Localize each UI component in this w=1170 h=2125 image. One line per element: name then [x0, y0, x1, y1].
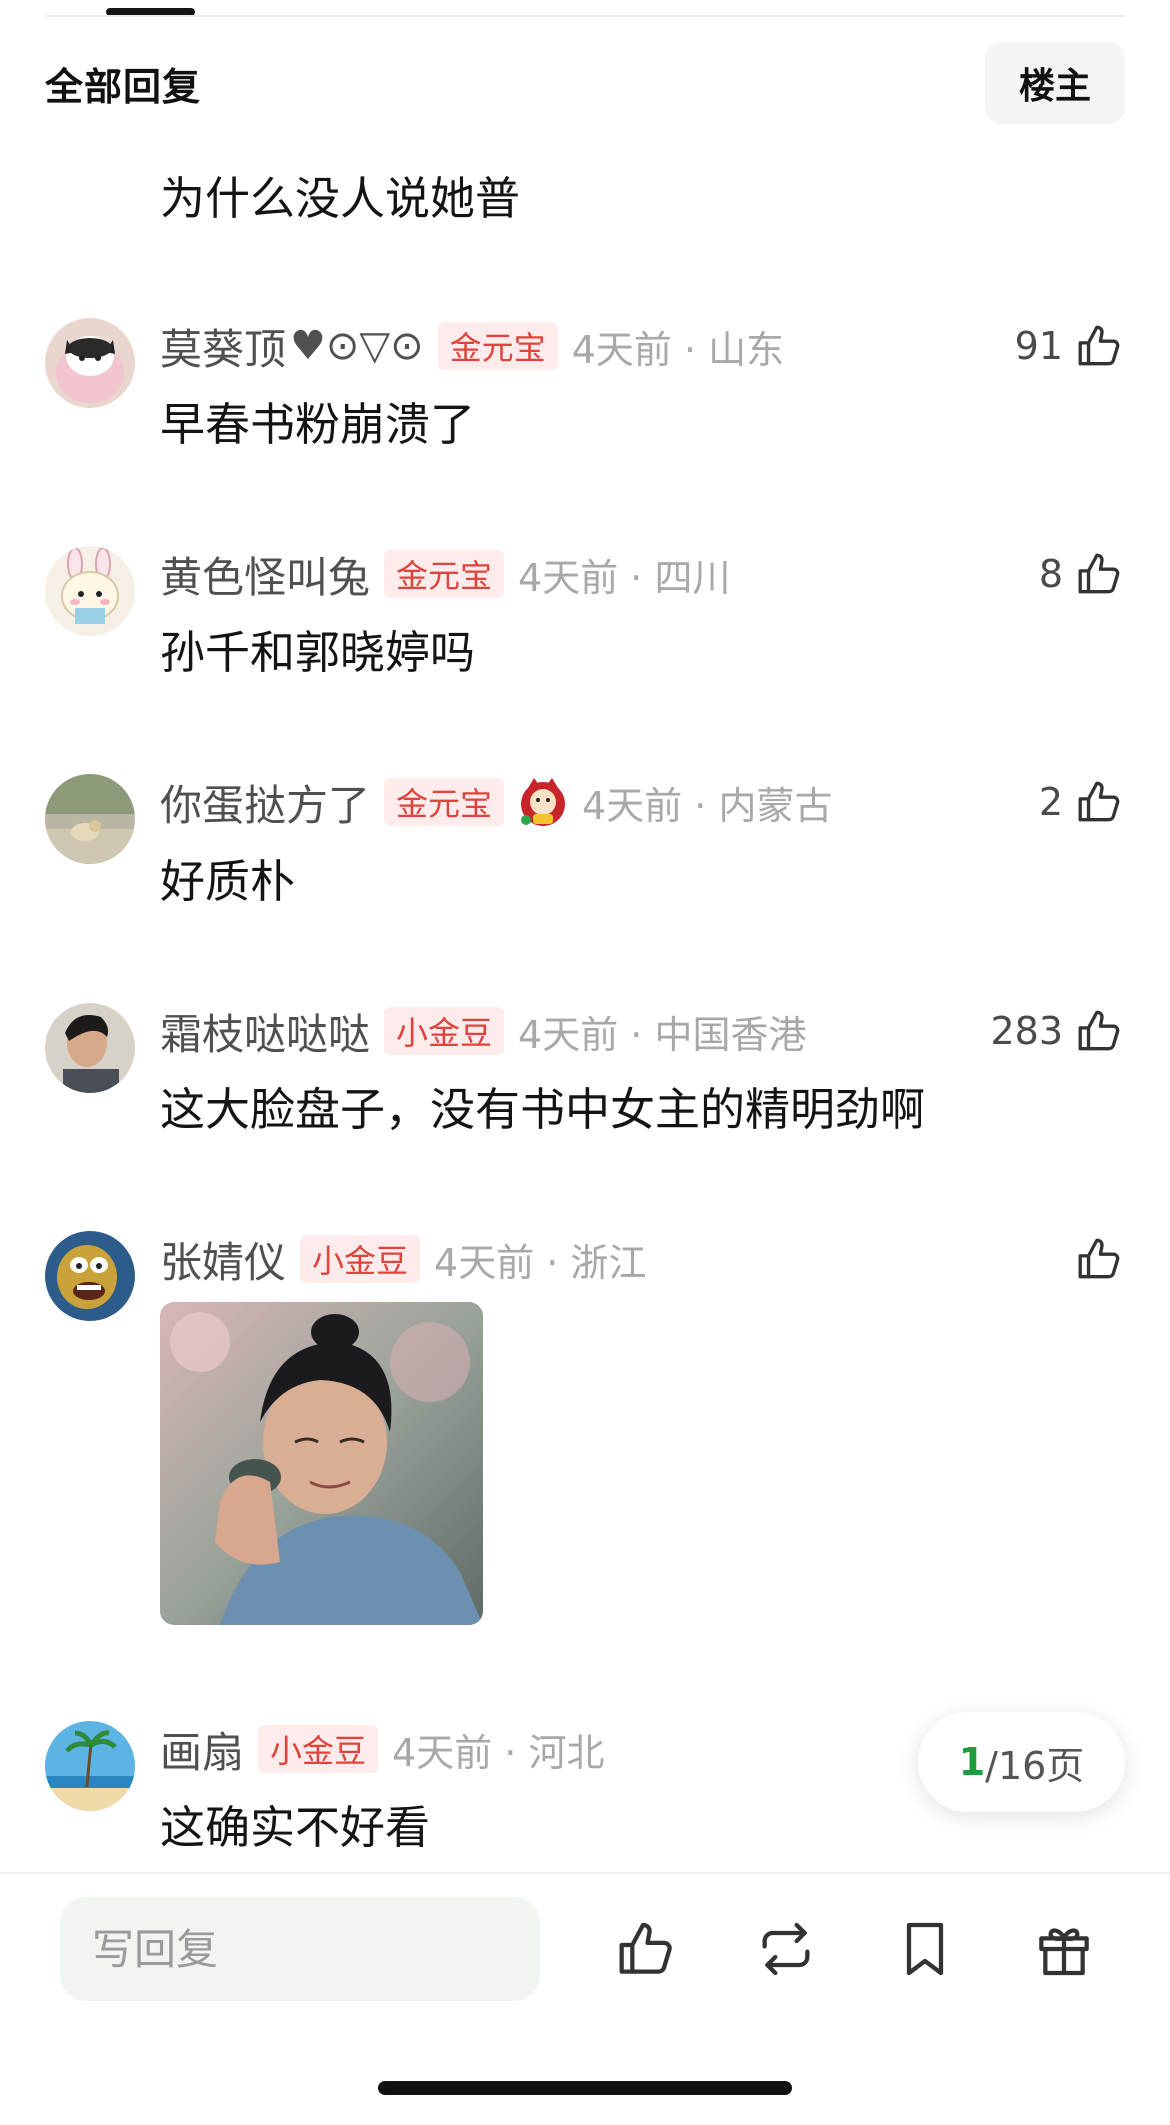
user-name[interactable]: 画扇 — [160, 1719, 244, 1780]
comment-text: 这大脸盘子，没有书中女主的精明劲啊 — [160, 1083, 926, 1136]
like-button[interactable]: 283 — [990, 1003, 1125, 1059]
user-badge: 金元宝 — [384, 778, 505, 826]
page-indicator[interactable]: 1 /16页 — [918, 1712, 1125, 1812]
user-badge: 金元宝 — [437, 322, 558, 370]
user-name-suffix: ♥⊙▽⊙ — [290, 323, 424, 369]
comment-meta: 黄色怪叫兔 金元宝 4天前 · 四川 — [160, 546, 730, 602]
like-count: 91 — [1014, 324, 1063, 368]
thumbs-up-icon — [619, 1922, 672, 1974]
time-location: 4天前 · 中国香港 — [518, 1012, 807, 1057]
user-name[interactable]: 黄色怪叫兔 — [160, 544, 370, 605]
time-location: 4天前 · 河北 — [392, 1730, 605, 1775]
user-name[interactable]: 张婧仪 — [160, 1229, 286, 1290]
avatar[interactable] — [45, 1721, 135, 1811]
thumbs-up-icon — [1075, 1006, 1125, 1056]
user-name[interactable]: 莫葵顶 — [160, 316, 286, 377]
thumbs-up-icon — [1075, 549, 1125, 599]
like-button[interactable]: 91 — [1015, 318, 1125, 374]
time-location: 4天前 · 四川 — [518, 555, 731, 600]
comment-meta: 画扇 小金豆 4天前 · 河北 — [160, 1721, 604, 1777]
like-post-button[interactable] — [612, 1914, 682, 1984]
user-badge: 小金豆 — [300, 1235, 421, 1283]
user-name[interactable]: 霜枝哒哒哒 — [160, 1001, 370, 1062]
time-location: 4天前 · 内蒙古 — [582, 783, 833, 828]
bookmark-button[interactable] — [890, 1914, 960, 1984]
comment-text: 早春书粉崩溃了 — [160, 398, 476, 451]
thumbs-up-icon — [1075, 321, 1125, 371]
like-button[interactable]: 2 — [1039, 774, 1125, 830]
comment-meta: 霜枝哒哒哒 小金豆 4天前 · 中国香港 — [160, 1003, 806, 1059]
header-divider — [45, 15, 1125, 17]
comment-text: 好质朴 — [160, 855, 296, 908]
comment-image[interactable] — [160, 1302, 483, 1625]
user-badge: 小金豆 — [384, 1007, 505, 1055]
time-location: 4天前 · 浙江 — [434, 1240, 647, 1285]
avatar[interactable] — [45, 774, 135, 864]
fortune-cat-medal-icon — [518, 774, 568, 830]
section-title: 全部回复 — [45, 64, 202, 109]
bottom-action-bar — [0, 1872, 1170, 2125]
page-total: /16页 — [985, 1743, 1085, 1788]
comment-meta: 你蛋挞方了 金元宝 4天前 · 内蒙古 — [160, 774, 832, 830]
gift-icon — [1039, 1928, 1089, 1976]
comment-text: 这确实不好看 — [160, 1801, 431, 1854]
gift-button[interactable] — [1029, 1914, 1099, 1984]
bookmark-icon — [906, 1922, 944, 1976]
comment-text: 孙千和郭晓婷吗 — [160, 626, 476, 679]
repost-icon — [762, 1922, 810, 1976]
avatar[interactable] — [45, 110, 135, 132]
like-button[interactable]: 8 — [1039, 546, 1125, 602]
home-indicator — [378, 2081, 792, 2095]
comment-meta: 莫葵顶 ♥⊙▽⊙ 金元宝 4天前 · 山东 — [160, 318, 784, 374]
replies-header: 全部回复 楼主 — [45, 40, 1125, 126]
avatar[interactable] — [45, 318, 135, 408]
comment-text: 为什么没人说她普 — [160, 172, 521, 225]
thumbs-up-icon — [1075, 1234, 1125, 1284]
user-badge: 小金豆 — [258, 1725, 379, 1773]
time-location: 4天前 · 山东 — [571, 327, 785, 372]
like-count: 2 — [1038, 780, 1063, 824]
like-count: 8 — [1038, 552, 1063, 596]
like-button[interactable] — [1075, 1231, 1125, 1287]
user-name[interactable]: 你蛋挞方了 — [160, 772, 370, 833]
page-current: 1 — [958, 1740, 986, 1784]
thumbs-up-icon — [1075, 777, 1125, 827]
avatar[interactable] — [45, 546, 135, 636]
like-count: 283 — [990, 1009, 1063, 1053]
comment-meta: 张婧仪 小金豆 4天前 · 浙江 — [160, 1231, 646, 1287]
reply-input[interactable] — [60, 1897, 540, 2001]
avatar[interactable] — [45, 1003, 135, 1093]
user-badge: 金元宝 — [384, 550, 505, 598]
repost-button[interactable] — [751, 1914, 821, 1984]
avatar[interactable] — [45, 1231, 135, 1321]
op-filter-button[interactable]: 楼主 — [985, 42, 1125, 124]
